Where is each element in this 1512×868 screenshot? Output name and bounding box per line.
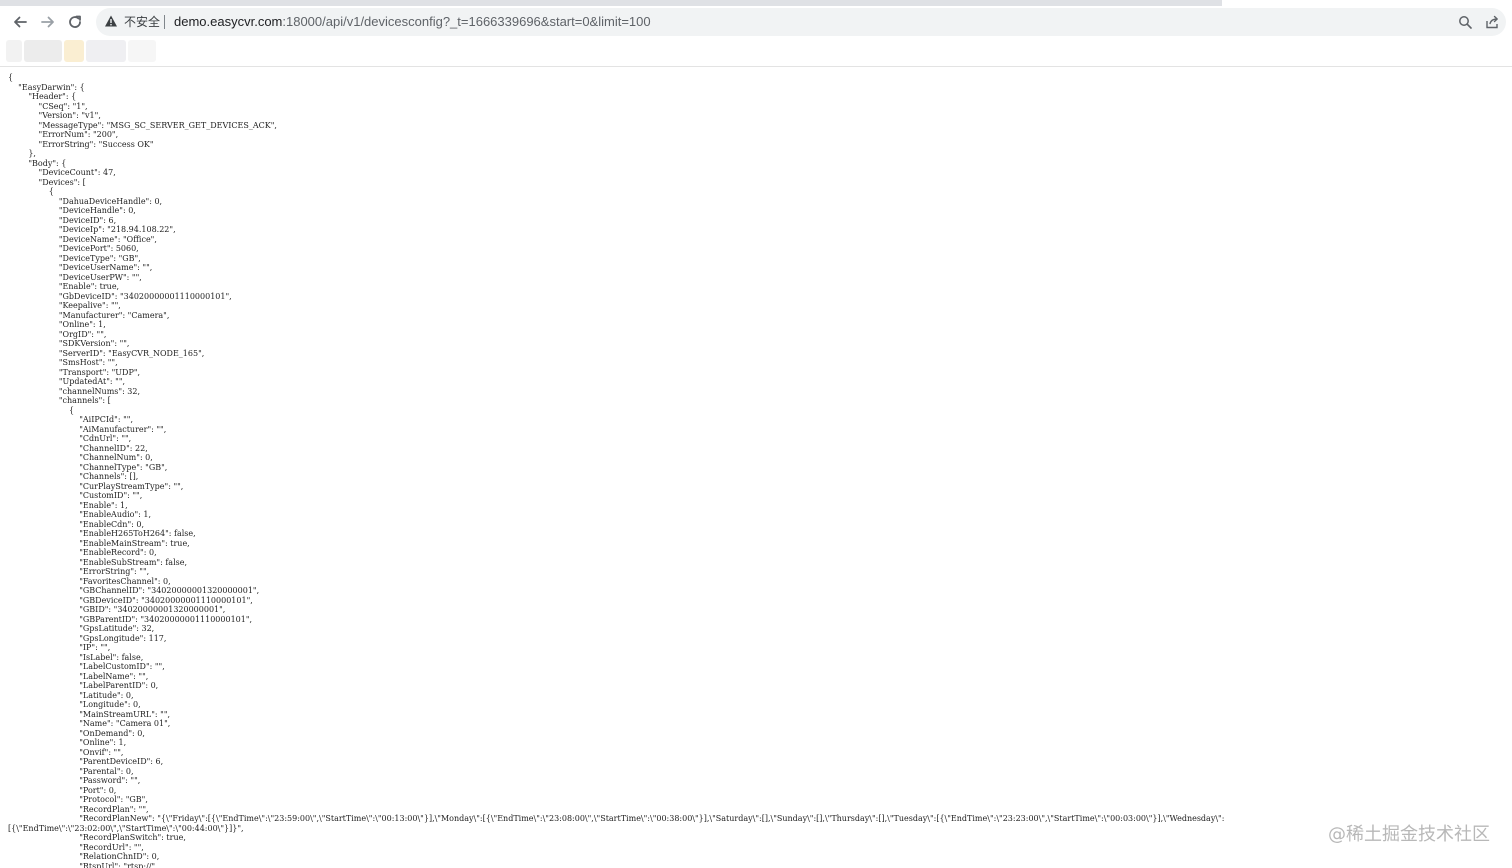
url-path: :18000/api/v1/devicesconfig?_t=166633969… [282, 14, 651, 29]
forward-arrow-icon [41, 16, 54, 28]
forward-button[interactable] [38, 12, 58, 32]
bookmarks-bar [0, 38, 1512, 67]
url-host: demo.easycvr.com [174, 14, 283, 29]
address-bar[interactable]: 不安全 demo.easycvr.com:18000/api/v1/device… [96, 8, 1506, 36]
browser-toolbar: 不安全 demo.easycvr.com:18000/api/v1/device… [0, 6, 1512, 38]
bookmark-item-blurred[interactable] [64, 40, 84, 62]
back-button[interactable] [10, 12, 30, 32]
json-response-text: { "EasyDarwin": { "Header": { "CSeq": "1… [8, 73, 1225, 868]
bookmark-item-blurred[interactable] [86, 40, 126, 62]
share-icon [1486, 15, 1498, 29]
warning-triangle-icon[interactable] [104, 14, 118, 28]
reload-icon [69, 15, 81, 28]
zoom-button[interactable] [1456, 13, 1474, 31]
zoom-icon [1459, 16, 1472, 29]
bookmark-item-blurred[interactable] [24, 40, 62, 62]
security-status-label[interactable]: 不安全 [124, 14, 160, 30]
watermark-text: @稀土掘金技术社区 [1328, 824, 1490, 845]
share-button[interactable] [1483, 13, 1501, 31]
page-content: { "EasyDarwin": { "Header": { "CSeq": "1… [0, 67, 1512, 868]
bookmark-item-blurred[interactable] [6, 40, 22, 62]
bookmark-item-blurred[interactable] [128, 40, 156, 62]
address-separator [164, 15, 165, 29]
reload-button[interactable] [65, 12, 85, 32]
back-arrow-icon [14, 16, 27, 28]
url-text[interactable]: demo.easycvr.com:18000/api/v1/devicescon… [174, 14, 651, 30]
